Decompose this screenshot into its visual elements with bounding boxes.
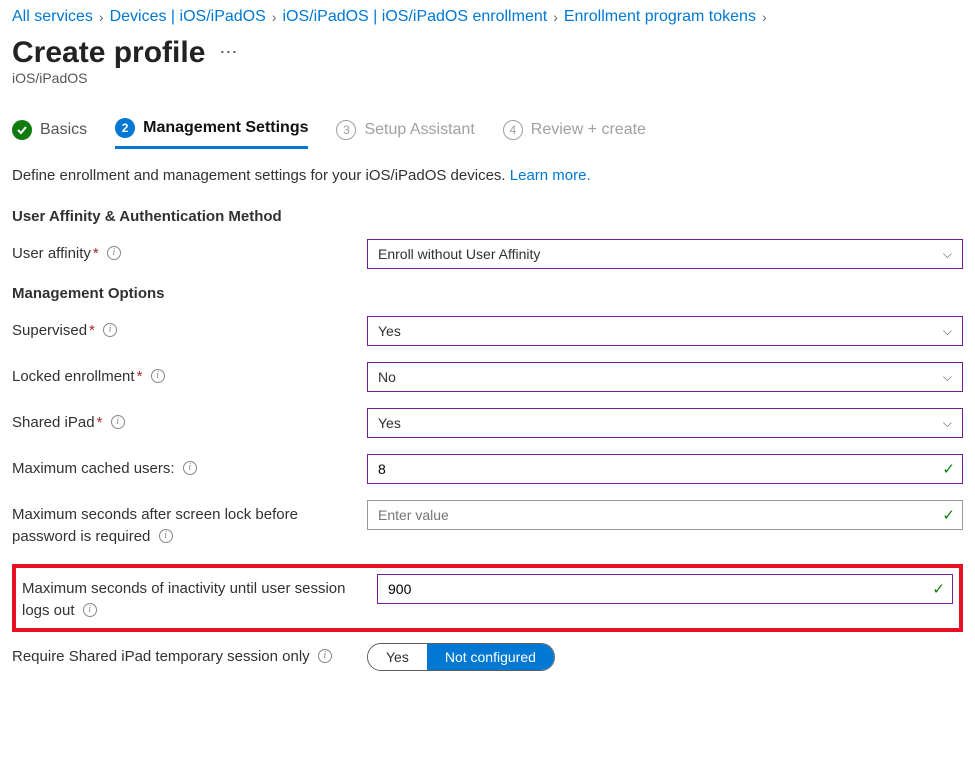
chevron-down-icon: ⌵ xyxy=(943,416,952,431)
breadcrumb-link[interactable]: All services xyxy=(12,8,93,26)
more-actions-icon[interactable]: ⋯ xyxy=(219,42,237,63)
user-affinity-select[interactable]: Enroll without User Affinity ⌵ xyxy=(367,239,963,269)
breadcrumb-link[interactable]: Enrollment program tokens xyxy=(564,8,756,26)
step-number-icon: 2 xyxy=(115,118,135,138)
settings-description: Define enrollment and management setting… xyxy=(12,167,963,184)
step-number-icon: 4 xyxy=(503,120,523,140)
shared-ipad-select[interactable]: Yes ⌵ xyxy=(367,408,963,438)
info-icon[interactable]: i xyxy=(107,246,121,260)
toggle-not-configured[interactable]: Not configured xyxy=(427,644,554,670)
breadcrumb-link[interactable]: iOS/iPadOS | iOS/iPadOS enrollment xyxy=(282,8,547,26)
info-icon[interactable]: i xyxy=(159,529,173,543)
tab-label: Review + create xyxy=(531,121,646,139)
supervised-select[interactable]: Yes ⌵ xyxy=(367,316,963,346)
max-cached-users-input[interactable] xyxy=(367,454,963,484)
select-value: Yes xyxy=(378,323,401,339)
learn-more-link[interactable]: Learn more. xyxy=(510,167,591,184)
chevron-down-icon: ⌵ xyxy=(943,324,952,339)
max-sec-screenlock-input[interactable] xyxy=(367,500,963,530)
select-value: Yes xyxy=(378,415,401,431)
breadcrumb-link[interactable]: Devices | iOS/iPadOS xyxy=(110,8,266,26)
max-sec-inactivity-label: Maximum seconds of inactivity until user… xyxy=(22,574,367,622)
step-number-icon: 3 xyxy=(336,120,356,140)
max-sec-inactivity-input[interactable] xyxy=(377,574,953,604)
tab-label: Setup Assistant xyxy=(364,121,474,139)
chevron-right-icon: › xyxy=(762,9,767,25)
page-subtitle: iOS/iPadOS xyxy=(12,70,963,86)
info-icon[interactable]: i xyxy=(183,461,197,475)
select-value: No xyxy=(378,369,396,385)
chevron-down-icon: ⌵ xyxy=(943,370,952,385)
tab-review-create[interactable]: 4 Review + create xyxy=(503,120,646,148)
shared-ipad-label: Shared iPad* i xyxy=(12,408,357,434)
tab-management-settings[interactable]: 2 Management Settings xyxy=(115,118,308,149)
user-affinity-label: User affinity* i xyxy=(12,239,357,265)
chevron-right-icon: › xyxy=(553,9,558,25)
locked-enrollment-select[interactable]: No ⌵ xyxy=(367,362,963,392)
toggle-yes[interactable]: Yes xyxy=(368,644,427,670)
tab-basics[interactable]: Basics xyxy=(12,120,87,148)
highlighted-setting: Maximum seconds of inactivity until user… xyxy=(12,564,963,632)
select-value: Enroll without User Affinity xyxy=(378,246,540,262)
supervised-label: Supervised* i xyxy=(12,316,357,342)
chevron-down-icon: ⌵ xyxy=(943,247,952,262)
info-icon[interactable]: i xyxy=(111,415,125,429)
max-sec-screenlock-label: Maximum seconds after screen lock before… xyxy=(12,500,357,548)
breadcrumb: All services › Devices | iOS/iPadOS › iO… xyxy=(12,8,963,26)
chevron-right-icon: › xyxy=(272,9,277,25)
chevron-right-icon: › xyxy=(99,9,104,25)
info-icon[interactable]: i xyxy=(318,649,332,663)
tab-setup-assistant[interactable]: 3 Setup Assistant xyxy=(336,120,474,148)
tab-label: Management Settings xyxy=(143,119,308,137)
section-heading-management: Management Options xyxy=(12,285,963,302)
wizard-tabs: Basics 2 Management Settings 3 Setup Ass… xyxy=(12,118,963,149)
page-title: Create profile xyxy=(12,36,205,70)
max-cached-users-label: Maximum cached users: i xyxy=(12,454,357,480)
tab-label: Basics xyxy=(40,121,87,139)
temp-session-toggle[interactable]: Yes Not configured xyxy=(367,643,555,671)
locked-enrollment-label: Locked enrollment* i xyxy=(12,362,357,388)
info-icon[interactable]: i xyxy=(151,369,165,383)
check-icon xyxy=(12,120,32,140)
section-heading-auth: User Affinity & Authentication Method xyxy=(12,208,963,225)
info-icon[interactable]: i xyxy=(83,603,97,617)
description-text: Define enrollment and management setting… xyxy=(12,167,510,184)
info-icon[interactable]: i xyxy=(103,323,117,337)
temp-session-label: Require Shared iPad temporary session on… xyxy=(12,642,357,668)
